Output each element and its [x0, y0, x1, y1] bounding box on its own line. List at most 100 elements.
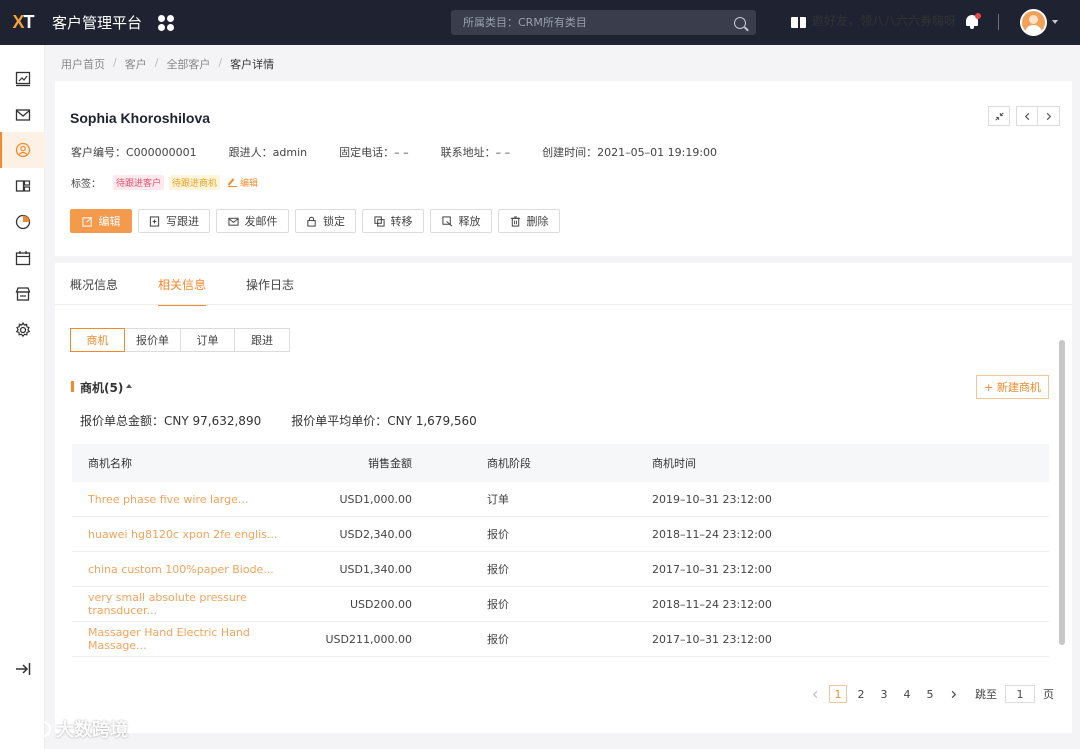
invite-banner[interactable]: 邀好友，领八八六六券嗨呀 [791, 12, 956, 29]
info-owner: 跟进人：admin [228, 146, 308, 159]
breadcrumb-separator: / [218, 56, 223, 69]
subtab-followups[interactable]: 跟进 [234, 328, 290, 352]
contacts-icon [15, 180, 30, 192]
send-email-button[interactable]: 发邮件 [216, 209, 289, 233]
breadcrumb-all-customers[interactable]: 全部客户 [166, 56, 210, 72]
sidebar-item-store[interactable] [0, 276, 45, 312]
store-icon [15, 287, 30, 301]
table-row[interactable]: Three phase five wire large... USD1,000.… [72, 482, 1049, 517]
watermark-logo-icon [8, 717, 52, 738]
scrollbar-thumb[interactable] [1059, 340, 1065, 645]
info-created-at: 创建时间：2021–05–01 19:19:00 [542, 146, 718, 159]
summary-average: 报价单平均单价：CNY 1,679,560 [291, 414, 477, 428]
tags-label: 标签： [71, 179, 101, 190]
page-button[interactable]: 3 [875, 685, 893, 703]
edit-button[interactable]: 编辑 [70, 209, 132, 233]
table-row[interactable]: huawei hg8120c xpon 2fe englis... USD2,3… [72, 517, 1049, 552]
opportunity-link[interactable]: Three phase five wire large... [72, 493, 282, 506]
quote-summary: 报价单总金额：CNY 97,632,890 报价单平均单价：CNY 1,679,… [80, 412, 507, 429]
opportunity-link[interactable]: very small absolute pressure transducer.… [72, 591, 282, 617]
release-button[interactable]: 释放 [430, 209, 492, 233]
sidebar-item-contacts[interactable] [0, 168, 45, 204]
opportunity-link[interactable]: Massager Hand Electric Hand Massage... [72, 626, 282, 652]
app-title: 客户管理平台 [52, 14, 143, 32]
header-divider [998, 14, 999, 30]
table-row[interactable]: Massager Hand Electric Hand Massage... U… [72, 622, 1049, 657]
cell-amount: USD2,340.00 [339, 527, 413, 541]
opportunity-link[interactable]: china custom 100%paper Biode... [72, 563, 282, 576]
prev-page-button[interactable] [806, 685, 824, 703]
sidebar-item-dashboard[interactable] [0, 61, 45, 97]
breadcrumb-customers[interactable]: 客户 [125, 56, 147, 72]
section-title[interactable]: 商机(5) [80, 379, 123, 396]
chevron-down-icon[interactable] [1052, 20, 1058, 24]
column-header: 商机名称 [88, 457, 132, 470]
cell-stage: 报价 [487, 563, 509, 576]
pencil-icon [228, 178, 238, 187]
column-header: 销售金额 [368, 457, 412, 470]
table-header: 商机名称 销售金额 商机阶段 商机时间 [72, 444, 1049, 482]
cell-amount: USD1,000.00 [339, 492, 413, 506]
search-input[interactable] [463, 16, 734, 29]
logo[interactable]: XT [0, 0, 46, 45]
search-icon[interactable] [734, 16, 746, 29]
sidebar-item-analytics[interactable] [0, 204, 45, 240]
mail-icon [227, 217, 239, 226]
avatar[interactable] [1020, 9, 1047, 36]
sidebar-item-mail[interactable] [0, 97, 45, 133]
page-button[interactable]: 1 [829, 685, 847, 703]
search-box[interactable] [451, 10, 756, 35]
cell-stage: 订单 [487, 493, 509, 506]
customer-info: 客户编号：C000000001 跟进人：admin 固定电话：– – 联系地址：… [71, 144, 749, 160]
caret-up-icon[interactable] [126, 384, 132, 388]
dashboard-icon [15, 71, 30, 87]
lock-button[interactable]: 锁定 [295, 209, 356, 233]
summary-total: 报价单总金额：CNY 97,632,890 [80, 414, 262, 428]
page-button[interactable]: 4 [898, 685, 916, 703]
page-button[interactable]: 5 [921, 685, 939, 703]
subtab-opportunities[interactable]: 商机 [70, 328, 125, 352]
cell-time: 2018–11–24 23:12:00 [652, 527, 772, 541]
subtab-quotes[interactable]: 报价单 [124, 328, 181, 352]
breadcrumb-separator: / [113, 56, 117, 69]
page-button[interactable]: 2 [852, 685, 870, 703]
action-bar: 编辑 写跟进 发邮件 锁定 转移 释放 删除 [70, 209, 566, 233]
cell-amount: USD1,340.00 [339, 562, 413, 576]
bell-icon[interactable] [965, 13, 981, 29]
customer-name: Sophia Khoroshilova [70, 110, 211, 126]
table-row[interactable]: very small absolute pressure transducer.… [72, 587, 1049, 622]
collapse-button[interactable] [988, 106, 1010, 126]
sidebar-item-customers[interactable] [0, 132, 45, 168]
write-followup-button[interactable]: 写跟进 [138, 209, 210, 233]
table-row[interactable]: china custom 100%paper Biode... USD1,340… [72, 552, 1049, 587]
sidebar-item-settings[interactable] [0, 312, 45, 348]
new-opportunity-button[interactable]: + 新建商机 [976, 375, 1049, 399]
note-icon [149, 215, 160, 227]
cell-amount: USD200.00 [350, 597, 412, 611]
next-page-button[interactable] [944, 685, 962, 703]
breadcrumb-home[interactable]: 用户首页 [61, 56, 105, 72]
tab-overview[interactable]: 概况信息 [70, 276, 118, 306]
pagination: 1 2 3 4 5 跳至 页 [806, 685, 1054, 703]
expand-sidebar-icon[interactable] [14, 660, 32, 678]
tab-operation-log[interactable]: 操作日志 [246, 276, 294, 306]
delete-button[interactable]: 删除 [498, 209, 560, 233]
transfer-button[interactable]: 转移 [362, 209, 424, 233]
apps-icon[interactable] [158, 14, 175, 31]
opportunity-link[interactable]: huawei hg8120c xpon 2fe englis... [72, 528, 282, 541]
edit-tags-link[interactable]: 编辑 [228, 176, 258, 189]
lock-icon [307, 216, 316, 227]
breadcrumb: 用户首页 / 客户 / 全部客户 / 客户详情 [61, 56, 274, 72]
next-button[interactable] [1038, 106, 1060, 126]
calendar-icon [15, 251, 30, 266]
sidebar-item-calendar[interactable] [0, 240, 45, 276]
tab-related[interactable]: 相关信息 [158, 276, 207, 306]
tag-item: 待跟进客户 [113, 175, 165, 190]
prev-button[interactable] [1016, 106, 1038, 126]
opportunity-table: 商机名称 销售金额 商机阶段 商机时间 Three phase five wir… [72, 444, 1049, 657]
edit-icon [81, 216, 92, 227]
jump-page-input[interactable] [1005, 685, 1035, 703]
subtab-orders[interactable]: 订单 [180, 328, 235, 352]
chart-pie-icon [15, 214, 30, 230]
cell-time: 2018–11–24 23:12:00 [652, 597, 772, 611]
